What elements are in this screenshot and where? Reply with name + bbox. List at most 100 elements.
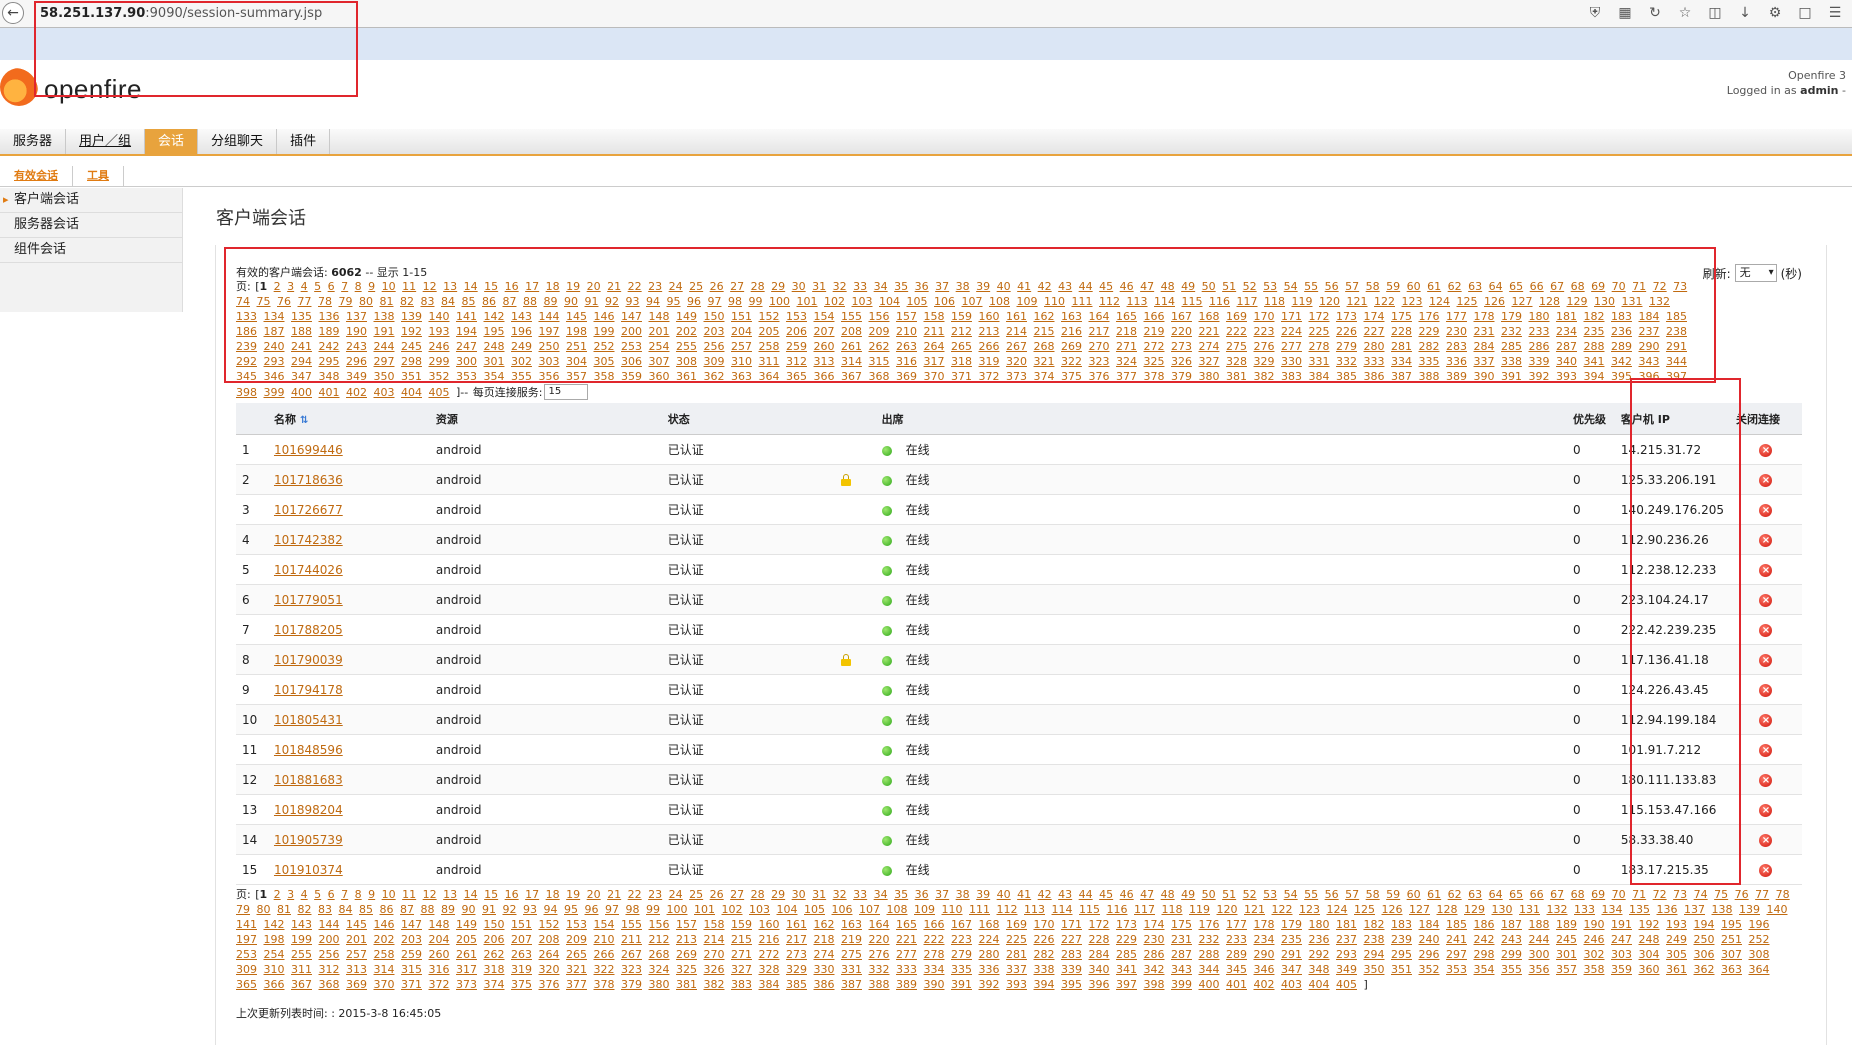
page-link[interactable]: 94 bbox=[646, 295, 660, 308]
page-link[interactable]: 380 bbox=[649, 978, 670, 991]
page-link[interactable]: 331 bbox=[841, 963, 862, 976]
page-link[interactable]: 141 bbox=[236, 918, 257, 931]
page-link[interactable]: 158 bbox=[924, 310, 945, 323]
page-link[interactable]: 161 bbox=[786, 918, 807, 931]
page-link[interactable]: 93 bbox=[523, 903, 537, 916]
page-link[interactable]: 102 bbox=[824, 295, 845, 308]
page-link[interactable]: 146 bbox=[594, 310, 615, 323]
page-link[interactable]: 111 bbox=[1072, 295, 1093, 308]
page-link[interactable]: 402 bbox=[346, 386, 367, 399]
page-link[interactable]: 190 bbox=[1584, 918, 1605, 931]
page-link[interactable]: 310 bbox=[264, 963, 285, 976]
page-link[interactable]: 401 bbox=[1226, 978, 1247, 991]
page-link[interactable]: 354 bbox=[484, 370, 505, 383]
page-link[interactable]: 44 bbox=[1079, 280, 1093, 293]
page-link[interactable]: 195 bbox=[484, 325, 505, 338]
page-link[interactable]: 72 bbox=[1653, 888, 1667, 901]
page-link[interactable]: 248 bbox=[1639, 933, 1660, 946]
close-connection-icon[interactable]: × bbox=[1759, 714, 1773, 727]
page-link[interactable]: 7 bbox=[341, 888, 348, 901]
page-link[interactable]: 318 bbox=[484, 963, 505, 976]
page-link[interactable]: 374 bbox=[484, 978, 505, 991]
page-link[interactable]: 258 bbox=[374, 948, 395, 961]
page-link[interactable]: 178 bbox=[1474, 310, 1495, 323]
page-link[interactable]: 138 bbox=[374, 310, 395, 323]
download-icon[interactable]: ↓ bbox=[1736, 4, 1754, 22]
page-link[interactable]: 168 bbox=[979, 918, 1000, 931]
page-link[interactable]: 127 bbox=[1512, 295, 1533, 308]
page-link[interactable]: 157 bbox=[676, 918, 697, 931]
page-link[interactable]: 368 bbox=[319, 978, 340, 991]
page-link[interactable]: 273 bbox=[1171, 340, 1192, 353]
page-link[interactable]: 180 bbox=[1309, 918, 1330, 931]
page-link[interactable]: 160 bbox=[979, 310, 1000, 323]
page-link[interactable]: 11 bbox=[402, 280, 416, 293]
page-link[interactable]: 317 bbox=[924, 355, 945, 368]
page-link[interactable]: 35 bbox=[894, 280, 908, 293]
page-link[interactable]: 405 bbox=[1336, 978, 1357, 991]
page-link[interactable]: 150 bbox=[484, 918, 505, 931]
page-link[interactable]: 348 bbox=[1309, 963, 1330, 976]
nav-tab-1[interactable]: 服务器 bbox=[0, 129, 67, 154]
page-link[interactable]: 144 bbox=[539, 310, 560, 323]
page-link[interactable]: 299 bbox=[1501, 948, 1522, 961]
page-link[interactable]: 340 bbox=[1089, 963, 1110, 976]
page-link[interactable]: 16 bbox=[505, 888, 519, 901]
page-link[interactable]: 231 bbox=[1171, 933, 1192, 946]
page-link[interactable]: 37 bbox=[935, 280, 949, 293]
page-link[interactable]: 162 bbox=[1034, 310, 1055, 323]
page-link[interactable]: 81 bbox=[380, 295, 394, 308]
page-link[interactable]: 57 bbox=[1345, 888, 1359, 901]
page-link[interactable]: 79 bbox=[339, 295, 353, 308]
page-link[interactable]: 327 bbox=[731, 963, 752, 976]
page-link[interactable]: 356 bbox=[539, 370, 560, 383]
page-link[interactable]: 342 bbox=[1144, 963, 1165, 976]
page-link[interactable]: 184 bbox=[1419, 918, 1440, 931]
page-link[interactable]: 367 bbox=[291, 978, 312, 991]
page-link[interactable]: 142 bbox=[484, 310, 505, 323]
page-link[interactable]: 326 bbox=[1171, 355, 1192, 368]
page-link[interactable]: 344 bbox=[1666, 355, 1687, 368]
page-link[interactable]: 365 bbox=[236, 978, 257, 991]
page-link[interactable]: 196 bbox=[511, 325, 532, 338]
page-link[interactable]: 118 bbox=[1162, 903, 1183, 916]
page-link[interactable]: 289 bbox=[1611, 340, 1632, 353]
page-link[interactable]: 297 bbox=[374, 355, 395, 368]
page-link[interactable]: 170 bbox=[1034, 918, 1055, 931]
page-link[interactable]: 54 bbox=[1284, 280, 1298, 293]
page-link[interactable]: 15 bbox=[484, 280, 498, 293]
page-link[interactable]: 163 bbox=[1061, 310, 1082, 323]
page-link[interactable]: 268 bbox=[1034, 340, 1055, 353]
page-link[interactable]: 31 bbox=[812, 280, 826, 293]
page-link[interactable]: 235 bbox=[1281, 933, 1302, 946]
page-link[interactable]: 266 bbox=[979, 340, 1000, 353]
page-link[interactable]: 149 bbox=[456, 918, 477, 931]
page-link[interactable]: 214 bbox=[704, 933, 725, 946]
session-name-link[interactable]: 101779051 bbox=[274, 593, 343, 607]
page-link[interactable]: 84 bbox=[339, 903, 353, 916]
page-link[interactable]: 166 bbox=[924, 918, 945, 931]
page-link[interactable]: 85 bbox=[462, 295, 476, 308]
page-link[interactable]: 116 bbox=[1107, 903, 1128, 916]
page-link[interactable]: 220 bbox=[869, 933, 890, 946]
page-link[interactable]: 48 bbox=[1161, 888, 1175, 901]
page-link[interactable]: 171 bbox=[1281, 310, 1302, 323]
page-link[interactable]: 130 bbox=[1594, 295, 1615, 308]
page-link[interactable]: 225 bbox=[1309, 325, 1330, 338]
close-connection-icon[interactable]: × bbox=[1759, 804, 1773, 817]
page-link[interactable]: 369 bbox=[896, 370, 917, 383]
page-link[interactable]: 267 bbox=[621, 948, 642, 961]
page-link[interactable]: 140 bbox=[429, 310, 450, 323]
page-link[interactable]: 271 bbox=[1116, 340, 1137, 353]
page-link[interactable]: 385 bbox=[786, 978, 807, 991]
page-link[interactable]: 362 bbox=[704, 370, 725, 383]
page-link[interactable]: 264 bbox=[539, 948, 560, 961]
page-link[interactable]: 91 bbox=[482, 903, 496, 916]
page-link[interactable]: 272 bbox=[759, 948, 780, 961]
page-link[interactable]: 116 bbox=[1209, 295, 1230, 308]
page-link[interactable]: 212 bbox=[951, 325, 972, 338]
page-link[interactable]: 259 bbox=[401, 948, 422, 961]
sidebar-item-3[interactable]: 组件会话 bbox=[0, 238, 182, 263]
page-link[interactable]: 4 bbox=[301, 280, 308, 293]
page-link[interactable]: 56 bbox=[1325, 280, 1339, 293]
